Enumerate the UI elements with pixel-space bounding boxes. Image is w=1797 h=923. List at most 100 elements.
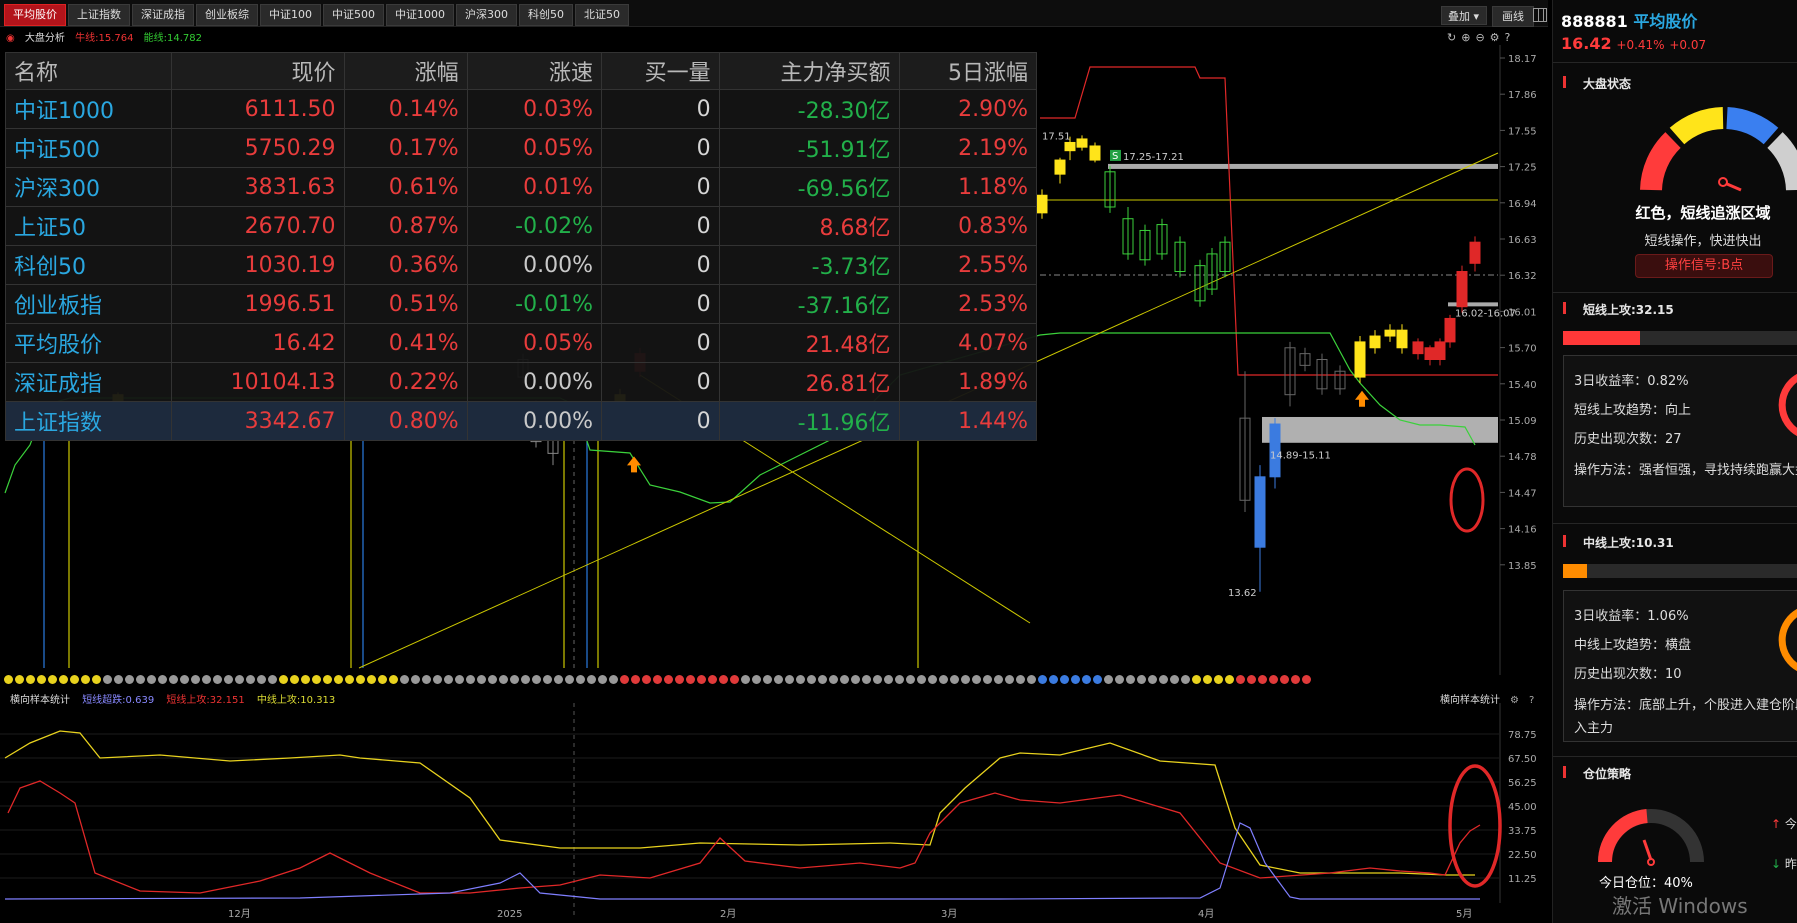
cell-d5: 2.53% [898,284,1038,324]
signal-dot [565,675,574,684]
tab-3[interactable]: 创业板综 [196,4,258,26]
position-yesterday-label: 昨 [1784,857,1797,871]
mid-trend: 中线上攻趋势：横盘 [1574,638,1692,653]
signal-dot [1269,675,1278,684]
signal-dot [576,675,585,684]
cell-speed: -0.02% [466,206,603,246]
signal-dot [620,675,629,684]
y-tick-label: 15.70 [1508,344,1537,355]
refresh-icon[interactable]: ↻ [1447,31,1461,44]
indicator-name[interactable]: 大盘分析 [25,33,65,44]
table-row[interactable]: 上证指数 3342.67 0.80% 0.00% 0 -11.96亿 1.44% [5,401,1038,441]
resistance-marker-letter: S [1112,151,1118,162]
overlay-button[interactable]: 叠加 ▾ [1441,6,1487,25]
table-header-3[interactable]: 涨速 [466,52,603,90]
y-tick-label: 13.85 [1508,561,1537,572]
cell-d5: 0.83% [898,206,1038,246]
mid-attack-progress-fill [1563,564,1587,578]
signal-dot [697,675,706,684]
table-row[interactable]: 科创50 1030.19 0.36% 0.00% 0 -3.73亿 2.55% [5,245,1038,285]
signal-dot [818,675,827,684]
section-marker [1563,766,1566,778]
zoom-in-icon[interactable]: ⊕ [1461,31,1475,44]
tab-0[interactable]: 平均股价 [4,4,66,26]
table-header-5[interactable]: 主力净买额 [718,52,900,90]
mid-count: 历史出现次数：10 [1574,667,1682,682]
candle-body [1396,329,1408,349]
signal-dot [290,675,299,684]
signal-dot [1126,675,1135,684]
price-annotation: 17.51 [1042,131,1071,142]
range-band [1448,302,1498,307]
signal-dot [851,675,860,684]
table-header-2[interactable]: 涨幅 [343,52,468,90]
table-row[interactable]: 上证50 2670.70 0.87% -0.02% 0 8.68亿 0.83% [5,206,1038,246]
signal-dot [103,675,112,684]
section-marker [1563,302,1566,314]
zoom-out-icon[interactable]: ⊖ [1475,31,1489,44]
tab-2[interactable]: 深证成指 [132,4,194,26]
table-header-1[interactable]: 现价 [170,52,345,90]
table-row[interactable]: 中证1000 6111.50 0.14% 0.03% 0 -28.30亿 2.90% [5,89,1038,129]
tab-7[interactable]: 沪深300 [456,4,517,26]
position-gauge [1597,809,1704,866]
signal-dot [1093,675,1102,684]
settings-icon[interactable]: ⚙ [1490,31,1505,44]
table-header-6[interactable]: 5日涨幅 [898,52,1038,90]
table-row[interactable]: 创业板指 1996.51 0.51% -0.01% 0 -37.16亿 2.53% [5,284,1038,324]
resistance-band [1108,163,1498,169]
table-row[interactable]: 沪深300 3831.63 0.61% 0.01% 0 -69.56亿 1.18% [5,167,1038,207]
cell-speed: 0.05% [466,128,603,168]
sub-line-chart: 78.75 67.50 56.25 45.00 33.75 22.50 11.25 12月 20… [0,703,1537,920]
signal-dot [1027,675,1036,684]
short-attack-progress [1563,331,1797,345]
draw-line-button[interactable]: 画线 [1492,6,1534,27]
signal-dot [631,675,640,684]
cell-bid: 0 [601,362,720,402]
signal-dot [1082,675,1091,684]
dropdown-circle-icon[interactable]: ◉ [6,33,15,44]
table-row[interactable]: 中证500 5750.29 0.17% 0.05% 0 -51.91亿 2.19% [5,128,1038,168]
signal-dot [928,675,937,684]
table-header-0[interactable]: 名称 [5,52,172,90]
signal-dot [939,675,948,684]
signal-dot [961,675,970,684]
cell-chg: 0.61% [343,167,468,207]
tab-1[interactable]: 上证指数 [68,4,130,26]
signal-dot [730,675,739,684]
mid-return-3d: 3日收益率：1.06% [1574,609,1689,624]
tab-6[interactable]: 中证1000 [386,4,454,26]
cell-chg: 0.87% [343,206,468,246]
tab-4[interactable]: 中证100 [260,4,321,26]
cell-name: 平均股价 [5,323,172,363]
table-row[interactable]: 平均股价 16.42 0.41% 0.05% 0 21.48亿 4.07% [5,323,1038,363]
cell-name: 上证50 [5,206,172,246]
short-up-line [7,780,1481,894]
cell-net: -11.96亿 [718,401,900,441]
indicator-bar: ◉ 大盘分析 牛线:15.764 能线:14.782 [6,29,209,45]
help-icon[interactable]: ? [1505,31,1516,44]
signal-dot [147,675,156,684]
layout-grid-icon[interactable] [1533,8,1547,22]
cell-price: 2670.70 [170,206,345,246]
signal-dot [532,675,541,684]
table-row[interactable]: 深证成指 10104.13 0.22% 0.00% 0 26.81亿 1.89% [5,362,1038,402]
y-tick-label: 17.86 [1508,90,1537,101]
signal-dot [1038,675,1047,684]
cell-bid: 0 [601,245,720,285]
table-header-4[interactable]: 买一量 [601,52,720,90]
index-tabs: 平均股价 上证指数 深证成指 创业板综 中证100 中证500 中证1000 沪深300 科创5… [4,4,629,26]
signal-dot [653,675,662,684]
operation-signal-badge[interactable]: 操作信号:B点 [1635,254,1773,278]
bull-line-label: 牛线:15.764 [75,33,134,44]
mid-attack-title: 中线上攻:10.31 [1583,536,1674,550]
tab-8[interactable]: 科创50 [519,4,573,26]
tab-9[interactable]: 北证50 [575,4,629,26]
cell-net: -28.30亿 [718,89,900,129]
market-status-title: 大盘状态 [1583,77,1632,91]
signal-dot [664,675,673,684]
tab-5[interactable]: 中证500 [323,4,384,26]
signal-dot [246,675,255,684]
signal-dot [1049,675,1058,684]
cell-name: 深证成指 [5,362,172,402]
